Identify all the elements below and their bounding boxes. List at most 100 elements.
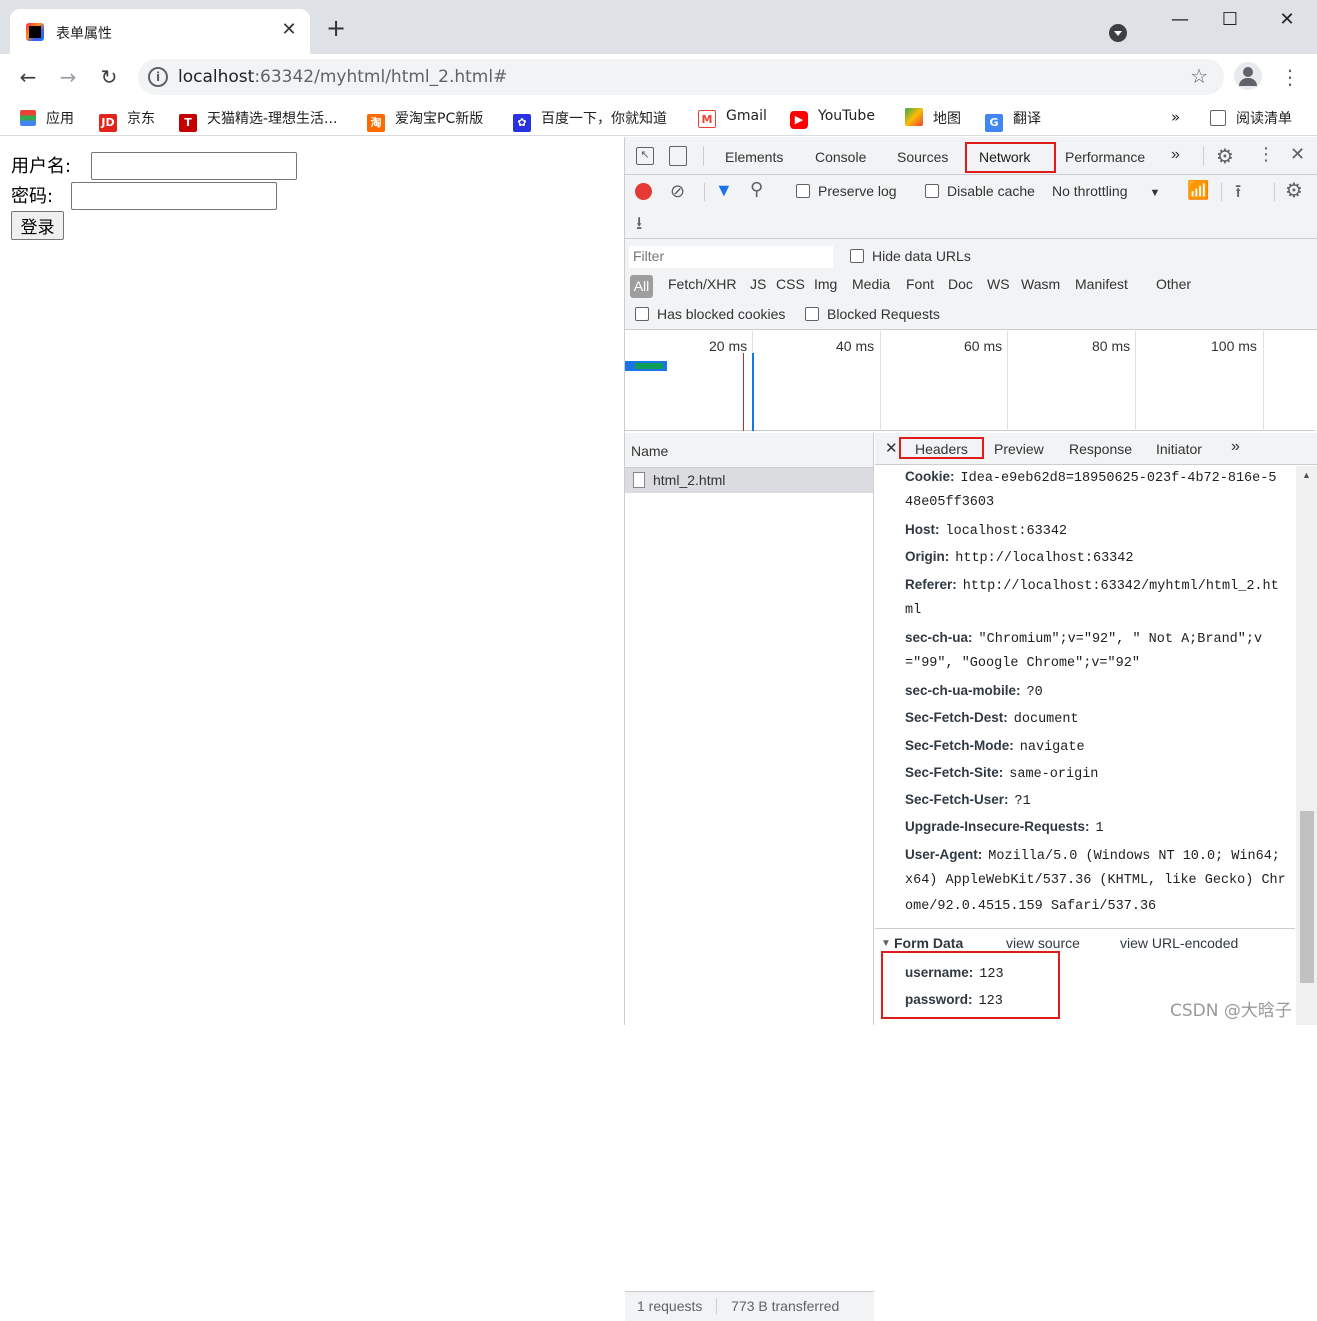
throttling-select[interactable]: No throttling ▼	[1052, 183, 1160, 199]
forward-icon[interactable]: →	[55, 64, 81, 90]
type-filter-manifest[interactable]: Manifest	[1075, 276, 1128, 292]
device-toolbar-icon[interactable]	[669, 146, 687, 166]
network-overview[interactable]: 20 ms 40 ms 60 ms 80 ms 100 ms	[625, 331, 1315, 431]
grid-line	[1007, 331, 1008, 431]
tab-preview[interactable]: Preview	[994, 441, 1044, 457]
chrome-media-icon[interactable]	[1109, 24, 1127, 42]
site-info-icon[interactable]: i	[148, 67, 168, 87]
username-input[interactable]	[91, 152, 297, 180]
close-tab-icon[interactable]: ✕	[278, 19, 300, 40]
expand-triangle-icon[interactable]: ▼	[881, 938, 891, 949]
tab-initiator[interactable]: Initiator	[1156, 441, 1202, 457]
network-settings-icon[interactable]: ⚙	[1285, 178, 1303, 203]
type-filter-ws[interactable]: WS	[987, 276, 1010, 292]
back-icon[interactable]: ←	[15, 64, 41, 90]
reload-icon[interactable]: ↻	[96, 64, 122, 90]
bookmark-apps[interactable]: 应用	[20, 108, 74, 128]
header-sec-ch-ua-cont: ="99", "Google Chrome";v="92"	[905, 656, 1140, 671]
type-filter-css[interactable]: CSS	[776, 276, 805, 292]
type-filter-fetch[interactable]: Fetch/XHR	[668, 276, 736, 292]
login-button[interactable]: 登录	[11, 211, 64, 240]
more-detail-tabs-icon[interactable]: »	[1231, 438, 1240, 456]
search-icon[interactable]: ⚲	[750, 179, 763, 200]
network-toolbar: ⊘ ▼ ⚲ Preserve log Disable cache No thro…	[625, 175, 1317, 239]
more-bookmarks-icon[interactable]: »	[1171, 108, 1180, 128]
scrollbar-thumb[interactable]	[1300, 811, 1314, 983]
scroll-up-arrow-icon[interactable]: ▲	[1302, 470, 1311, 480]
tmall-icon: T	[179, 114, 197, 132]
network-conditions-icon[interactable]: 📶	[1187, 180, 1209, 201]
tab-response[interactable]: Response	[1069, 441, 1132, 457]
filter-funnel-icon[interactable]: ▼	[715, 180, 733, 201]
chrome-menu-icon[interactable]: ⋮	[1280, 64, 1300, 90]
tab-sources[interactable]: Sources	[897, 149, 948, 165]
separator	[1274, 183, 1275, 201]
password-input[interactable]	[71, 182, 277, 210]
bookmark-maps[interactable]: 地图	[905, 108, 961, 128]
bookmark-translate[interactable]: G 翻译	[985, 108, 1041, 132]
profile-avatar-icon[interactable]	[1234, 62, 1262, 90]
headers-scrollbar[interactable]: ▲	[1296, 466, 1317, 1025]
tab-console[interactable]: Console	[815, 149, 866, 165]
browser-tab[interactable]: 表单属性 ✕	[10, 9, 310, 54]
reading-list[interactable]: 阅读清单	[1210, 108, 1292, 128]
request-row[interactable]: html_2.html	[625, 468, 873, 493]
window-close-icon[interactable]: ✕	[1272, 8, 1302, 32]
bookmarks-bar: 应用 JD 京东 T 天猫精选-理想生活... 淘爱淘宝PC新版 ✿ 百度一下，你就知…	[0, 100, 1317, 136]
blocked-requests-checkbox[interactable]: Blocked Requests	[805, 306, 940, 322]
web-page: 用户名: 密码: 登录	[0, 137, 624, 1025]
type-filter-doc[interactable]: Doc	[948, 276, 973, 292]
bookmark-star-icon[interactable]: ☆	[1190, 64, 1208, 88]
headers-highlight-box	[899, 437, 984, 459]
close-devtools-icon[interactable]: ✕	[1290, 144, 1305, 165]
type-filter-wasm[interactable]: Wasm	[1021, 276, 1060, 292]
minimize-icon[interactable]: —	[1165, 8, 1195, 32]
name-column-header[interactable]: Name	[625, 433, 873, 468]
tab-strip: 表单属性 ✕ + — ☐ ✕	[0, 0, 1317, 54]
taobao-icon: 淘	[367, 114, 385, 132]
tab-performance[interactable]: Performance	[1065, 149, 1145, 165]
header-sec-fetch-site: Sec-Fetch-Site: same-origin	[905, 765, 1099, 782]
settings-gear-icon[interactable]: ⚙	[1216, 144, 1234, 169]
has-blocked-cookies-checkbox[interactable]: Has blocked cookies	[635, 306, 785, 322]
timeline-label: 60 ms	[964, 338, 1003, 354]
record-icon[interactable]	[635, 183, 652, 200]
url-text[interactable]: localhost:63342/myhtml/html_2.html#	[178, 67, 507, 87]
youtube-icon: ▶	[790, 111, 808, 129]
form-data-title: Form Data	[894, 935, 964, 951]
new-tab-icon[interactable]: +	[326, 16, 346, 40]
header-sec-ch-ua-mobile: sec-ch-ua-mobile: ?0	[905, 683, 1043, 700]
view-url-encoded-link[interactable]: view URL-encoded	[1120, 935, 1238, 951]
csdn-watermark: CSDN @大晗子	[1170, 1001, 1292, 1021]
type-filter-img[interactable]: Img	[814, 276, 837, 292]
timeline-label: 100 ms	[1211, 338, 1257, 354]
maximize-icon[interactable]: ☐	[1215, 8, 1245, 32]
bookmark-gmail[interactable]: M Gmail	[698, 108, 767, 128]
type-filter-font[interactable]: Font	[906, 276, 934, 292]
export-har-icon[interactable]: ⭳	[636, 211, 642, 241]
type-filter-js[interactable]: JS	[750, 276, 766, 292]
filter-input[interactable]: Filter	[629, 246, 833, 268]
bookmark-jd[interactable]: JD 京东	[99, 108, 155, 132]
header-sec-fetch-mode: Sec-Fetch-Mode: navigate	[905, 738, 1085, 755]
view-source-link[interactable]: view source	[1006, 935, 1080, 951]
more-tabs-icon[interactable]: »	[1171, 146, 1180, 164]
bookmark-aitaobao[interactable]: 淘爱淘宝PC新版	[367, 108, 483, 132]
tab-elements[interactable]: Elements	[725, 149, 783, 165]
close-details-icon[interactable]: ✕	[885, 439, 898, 457]
inspect-element-icon[interactable]: ↖	[636, 147, 654, 165]
clear-icon[interactable]: ⊘	[670, 181, 685, 202]
import-har-icon[interactable]: ⭱	[1235, 179, 1241, 209]
type-filter-other[interactable]: Other	[1156, 276, 1191, 292]
type-filter-media[interactable]: Media	[852, 276, 890, 292]
hide-data-urls-checkbox[interactable]: Hide data URLs	[850, 248, 971, 264]
bookmark-tmall[interactable]: T 天猫精选-理想生活...	[179, 108, 337, 132]
disable-cache-checkbox[interactable]: Disable cache	[925, 183, 1035, 199]
devtools-menu-icon[interactable]: ⋮	[1257, 144, 1275, 165]
document-icon	[633, 472, 645, 488]
bookmark-baidu[interactable]: ✿ 百度一下，你就知道	[513, 108, 667, 132]
address-bar[interactable]: i localhost:63342/myhtml/html_2.html# ☆	[138, 59, 1224, 95]
bookmark-youtube[interactable]: ▶ YouTube	[790, 108, 875, 129]
type-filter-all[interactable]: All	[630, 275, 653, 298]
preserve-log-checkbox[interactable]: Preserve log	[796, 183, 897, 199]
